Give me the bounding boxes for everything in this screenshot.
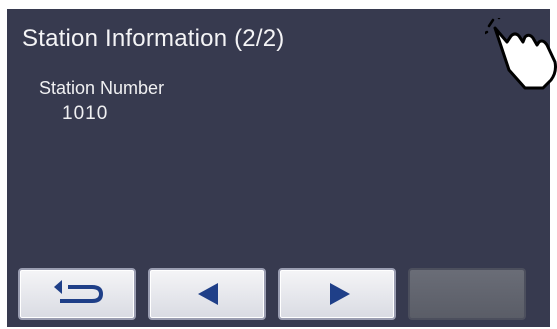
triangle-left-icon [198, 283, 218, 305]
next-button[interactable] [278, 268, 396, 320]
intercom-device: Station Information (2/2) Station Number… [0, 0, 557, 329]
station-number-label: Station Number [39, 78, 165, 98]
triangle-right-icon [330, 283, 350, 305]
page-title: Station Information (2/2) [22, 25, 285, 52]
previous-button[interactable] [148, 268, 266, 320]
back-button[interactable] [18, 268, 136, 320]
blank-button [408, 268, 526, 320]
station-number-value: 1010 [62, 103, 109, 124]
display-screen: Station Information (2/2) Station Number… [7, 9, 550, 327]
return-arrow-icon [54, 280, 104, 303]
